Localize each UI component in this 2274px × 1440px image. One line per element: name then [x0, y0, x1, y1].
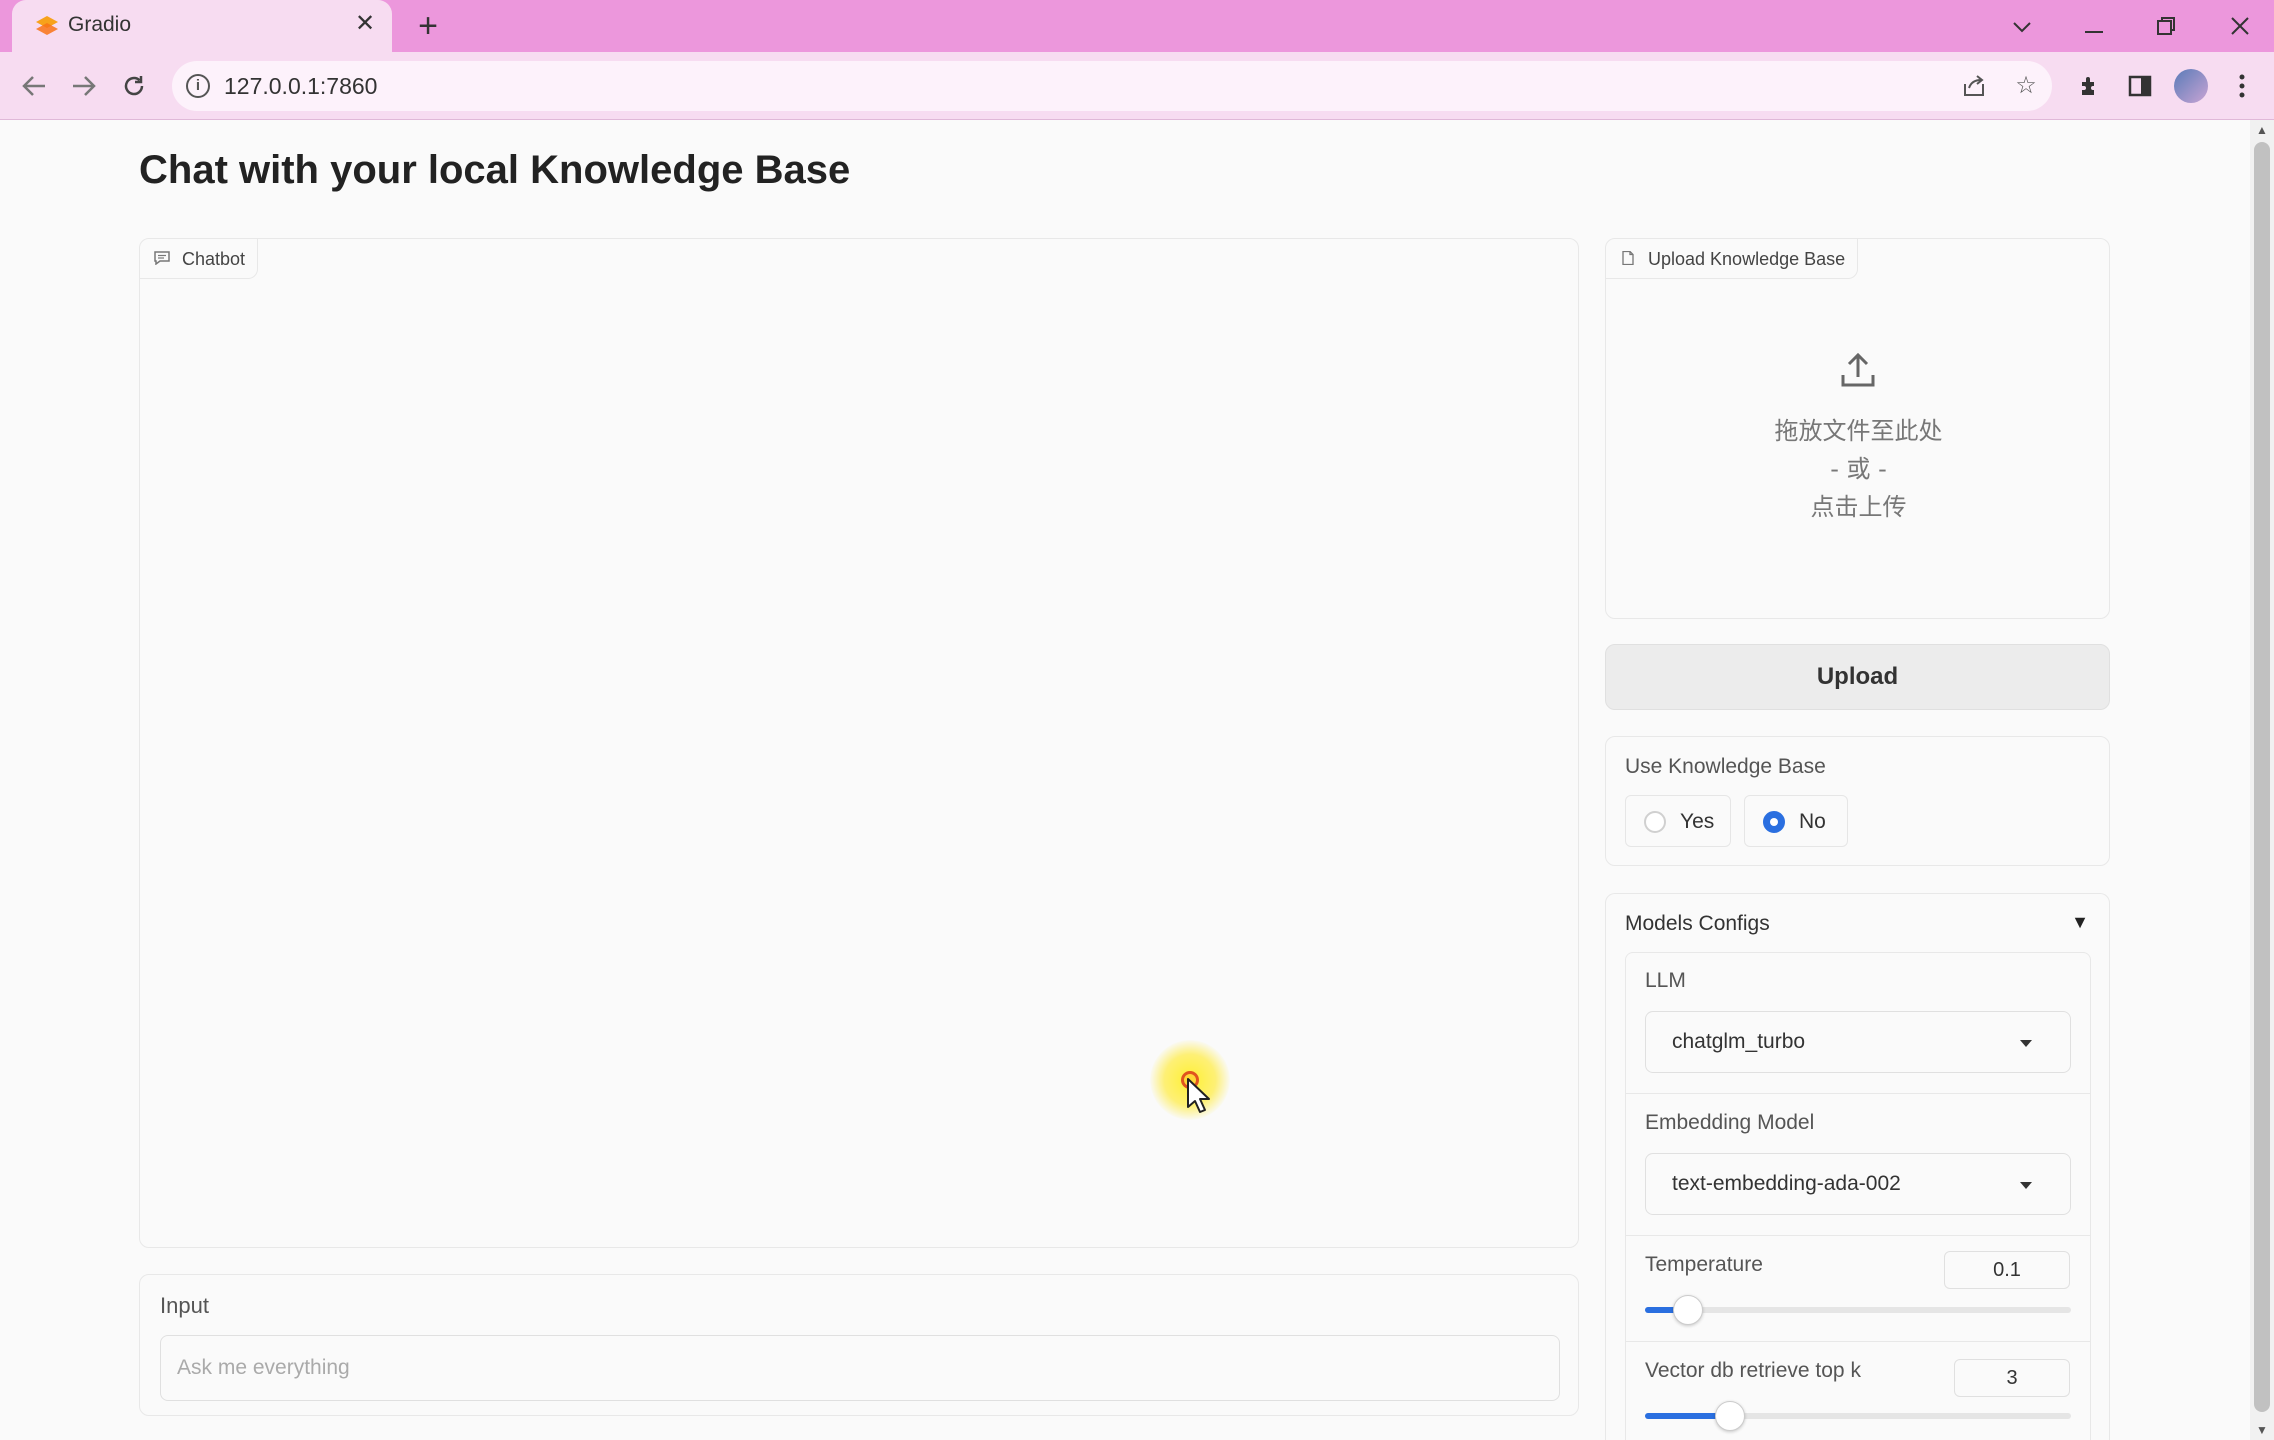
embedding-model-label: Embedding Model	[1645, 1111, 1815, 1134]
llm-selected-value: chatglm_turbo	[1672, 1030, 1806, 1053]
reload-icon[interactable]	[112, 64, 156, 108]
divider	[1626, 1235, 2090, 1236]
tab-close-icon[interactable]: ✕	[350, 9, 380, 39]
window-close-icon[interactable]	[2220, 6, 2260, 46]
top-k-label: Vector db retrieve top k	[1645, 1359, 1861, 1382]
temperature-slider-thumb[interactable]	[1672, 1295, 1703, 1325]
chatbot-panel: Chatbot	[139, 238, 1579, 1248]
chat-input[interactable]	[160, 1335, 1560, 1401]
models-configs-content: LLM chatglm_turbo Embedding Model text-e…	[1625, 952, 2091, 1440]
scroll-up-icon[interactable]: ▲	[2254, 122, 2270, 138]
divider	[1626, 1341, 2090, 1342]
browser-menu-icon[interactable]	[2224, 68, 2260, 104]
upload-label: Upload Knowledge Base	[1606, 239, 1859, 279]
models-configs-accordion: Models Configs ▼ LLM chatglm_turbo Embed…	[1605, 893, 2110, 1440]
address-bar[interactable]: i 127.0.0.1:7860 ☆	[172, 61, 2052, 111]
site-info-icon[interactable]: i	[186, 74, 210, 98]
extensions-icon[interactable]	[2072, 68, 2108, 104]
radio-no-label: No	[1799, 810, 1826, 833]
scroll-down-icon[interactable]: ▼	[2254, 1422, 2270, 1438]
top-k-slider[interactable]	[1645, 1401, 2071, 1431]
tab-search-icon[interactable]	[2002, 6, 2042, 46]
dropdown-arrow-icon	[2020, 1040, 2032, 1047]
or-text: - 或 -	[1830, 455, 1887, 483]
browser-tab[interactable]: Gradio ✕	[12, 0, 392, 52]
browser-tab-strip: Gradio ✕ +	[0, 0, 2274, 52]
upload-label-text: Upload Knowledge Base	[1648, 249, 1846, 269]
page-title: Chat with your local Knowledge Base	[139, 148, 851, 192]
radio-no[interactable]: No	[1744, 795, 1848, 847]
models-configs-title[interactable]: Models Configs	[1625, 912, 1770, 936]
upload-button[interactable]: Upload	[1605, 644, 2110, 710]
forward-icon[interactable]	[62, 64, 106, 108]
click-to-upload-text: 点击上传	[1810, 493, 1907, 521]
back-icon[interactable]	[12, 64, 56, 108]
divider	[1626, 1093, 2090, 1094]
tab-title: Gradio	[68, 13, 132, 36]
use-knowledge-base-label: Use Knowledge Base	[1625, 755, 1826, 778]
chat-bubble-icon	[154, 251, 170, 265]
url-text: 127.0.0.1:7860	[224, 73, 378, 99]
top-k-slider-thumb[interactable]	[1715, 1401, 1746, 1431]
restore-icon[interactable]	[2146, 6, 2186, 46]
browser-toolbar: i 127.0.0.1:7860 ☆	[0, 52, 2274, 120]
minimize-icon[interactable]	[2074, 6, 2114, 46]
drop-files-text: 拖放文件至此处	[1774, 417, 1943, 445]
file-icon	[1622, 251, 1634, 265]
radio-yes-label: Yes	[1680, 810, 1715, 833]
new-tab-button[interactable]: +	[408, 6, 448, 46]
radio-yes[interactable]: Yes	[1625, 795, 1731, 847]
input-panel: Input	[139, 1274, 1579, 1416]
embedding-model-dropdown[interactable]: text-embedding-ada-002	[1645, 1153, 2071, 1215]
temperature-label: Temperature	[1645, 1253, 1763, 1276]
temperature-slider[interactable]	[1645, 1295, 2071, 1325]
accordion-caret-icon[interactable]: ▼	[2071, 912, 2089, 933]
upload-icon	[1841, 352, 1875, 387]
chatbot-label-text: Chatbot	[182, 249, 246, 269]
bookmark-star-icon[interactable]: ☆	[2010, 70, 2042, 102]
share-icon[interactable]	[1958, 70, 1990, 102]
llm-dropdown[interactable]: chatglm_turbo	[1645, 1011, 2071, 1073]
use-knowledge-base-panel: Use Knowledge Base Yes No	[1605, 736, 2110, 866]
top-k-number-input[interactable]: 3	[1954, 1359, 2070, 1397]
temperature-number-input[interactable]: 0.1	[1944, 1251, 2070, 1289]
embedding-selected-value: text-embedding-ada-002	[1672, 1172, 1901, 1195]
page-scrollbar[interactable]: ▲ ▼	[2250, 120, 2274, 1440]
upload-knowledge-base-panel[interactable]: Upload Knowledge Base 拖放文件至此处 - 或 - 点击上传	[1605, 238, 2110, 619]
gradio-favicon-icon	[36, 16, 58, 35]
llm-label: LLM	[1645, 969, 1686, 992]
radio-no-circle[interactable]	[1763, 811, 1785, 833]
dropdown-arrow-icon	[2020, 1182, 2032, 1189]
profile-avatar[interactable]	[2174, 69, 2208, 103]
side-panel-icon[interactable]	[2122, 68, 2158, 104]
scroll-thumb[interactable]	[2254, 142, 2270, 1412]
radio-yes-circle[interactable]	[1644, 811, 1666, 833]
mouse-pointer-icon	[1187, 1078, 1210, 1113]
chatbot-label: Chatbot	[140, 239, 259, 279]
input-label: Input	[160, 1293, 209, 1318]
